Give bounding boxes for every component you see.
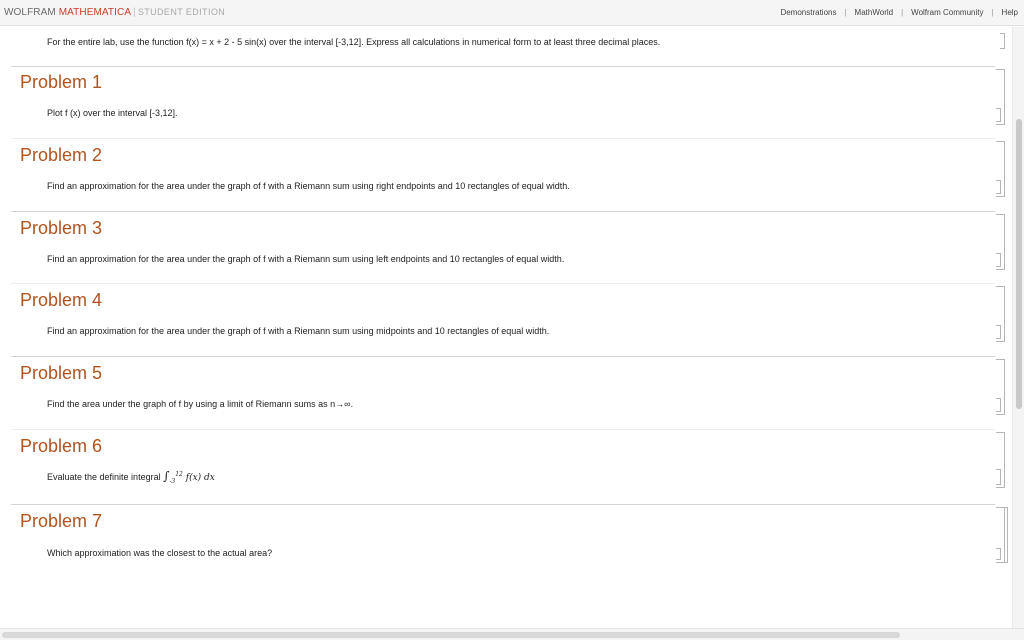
cell-bracket[interactable]	[996, 180, 1001, 194]
problem-section-6: Problem 6 Evaluate the definite integral…	[0, 429, 1012, 504]
integral-body: f(x) dx	[185, 473, 215, 483]
brand-separator: |	[133, 7, 136, 18]
cell-bracket[interactable]	[1000, 33, 1005, 49]
notebook-content[interactable]: For the entire lab, use the function f(x…	[0, 27, 1012, 627]
problem-section-7: Problem 7 Which approximation was the cl…	[0, 504, 1012, 584]
cell-bracket[interactable]	[996, 325, 1001, 339]
link-mathworld[interactable]: MathWorld	[855, 8, 894, 17]
problem-text[interactable]: Find an approximation for the area under…	[47, 326, 549, 336]
problem-title[interactable]: Problem 1	[20, 72, 102, 93]
problem-text[interactable]: Find an approximation for the area under…	[47, 254, 564, 264]
problem-title[interactable]: Problem 4	[20, 290, 102, 311]
brand-mathematica: MATHEMATICA	[58, 7, 132, 18]
top-bar: WOLFRAM MATHEMATICA | STUDENT EDITION Demo…	[0, 0, 1024, 26]
cell-bracket[interactable]	[996, 253, 1001, 267]
definite-integral: ∫-312 f(x) dx	[163, 469, 215, 485]
problem-text[interactable]: Plot f (x) over the interval [-3,12].	[47, 108, 178, 118]
problem-text[interactable]: Find the area under the graph of f by us…	[47, 399, 353, 409]
link-wolfram-community[interactable]: Wolfram Community	[911, 8, 983, 17]
problem-title[interactable]: Problem 5	[20, 363, 102, 384]
link-separator: |	[901, 8, 904, 17]
link-separator: |	[844, 8, 847, 17]
group-cell-bracket[interactable]	[1003, 507, 1008, 563]
brand-logo[interactable]: WOLFRAM MATHEMATICA | STUDENT EDITION	[4, 7, 225, 18]
link-separator: |	[991, 8, 994, 17]
cell-bracket[interactable]	[996, 548, 1001, 560]
section-divider	[11, 66, 995, 67]
cell-bracket[interactable]	[996, 469, 1001, 485]
section-divider	[11, 138, 995, 139]
problem-section-1: Problem 1 Plot f (x) over the interval […	[0, 66, 1012, 138]
link-help[interactable]: Help	[1002, 8, 1018, 17]
link-demonstrations[interactable]: Demonstrations	[780, 8, 836, 17]
problem-text[interactable]: Find an approximation for the area under…	[47, 181, 570, 191]
vertical-scrollbar[interactable]	[1012, 27, 1024, 628]
problem-title[interactable]: Problem 2	[20, 145, 102, 166]
horizontal-scrollbar[interactable]	[0, 628, 1024, 640]
section-divider	[11, 211, 995, 212]
problem-text[interactable]: Which approximation was the closest to t…	[47, 548, 272, 558]
problem-text[interactable]: Evaluate the definite integral ∫-312 f(x…	[47, 469, 215, 485]
section-divider	[11, 283, 995, 284]
problem-title[interactable]: Problem 6	[20, 436, 102, 457]
brand-edition: STUDENT EDITION	[137, 7, 226, 17]
brand-wolfram: WOLFRAM	[4, 7, 56, 18]
integral-lower-bound: -3	[169, 477, 176, 485]
problem-title[interactable]: Problem 3	[20, 218, 102, 239]
problem-section-2: Problem 2 Find an approximation for the …	[0, 138, 1012, 211]
section-divider	[11, 356, 995, 357]
problem-section-5: Problem 5 Find the area under the graph …	[0, 356, 1012, 429]
section-divider	[11, 504, 995, 505]
intro-text[interactable]: For the entire lab, use the function f(x…	[47, 37, 660, 47]
section-divider	[11, 429, 995, 430]
problem-section-4: Problem 4 Find an approximation for the …	[0, 283, 1012, 356]
integral-upper-bound: 12	[175, 471, 183, 478]
cell-bracket[interactable]	[996, 108, 1001, 122]
cell-bracket[interactable]	[996, 398, 1001, 412]
problem-section-3: Problem 3 Find an approximation for the …	[0, 211, 1012, 283]
problem-title[interactable]: Problem 7	[20, 511, 102, 532]
vertical-scroll-thumb[interactable]	[1016, 119, 1022, 409]
problem-text-label: Evaluate the definite integral	[47, 472, 161, 482]
horizontal-scroll-thumb[interactable]	[2, 632, 900, 638]
header-links: Demonstrations | MathWorld | Wolfram Communi…	[780, 8, 1018, 17]
